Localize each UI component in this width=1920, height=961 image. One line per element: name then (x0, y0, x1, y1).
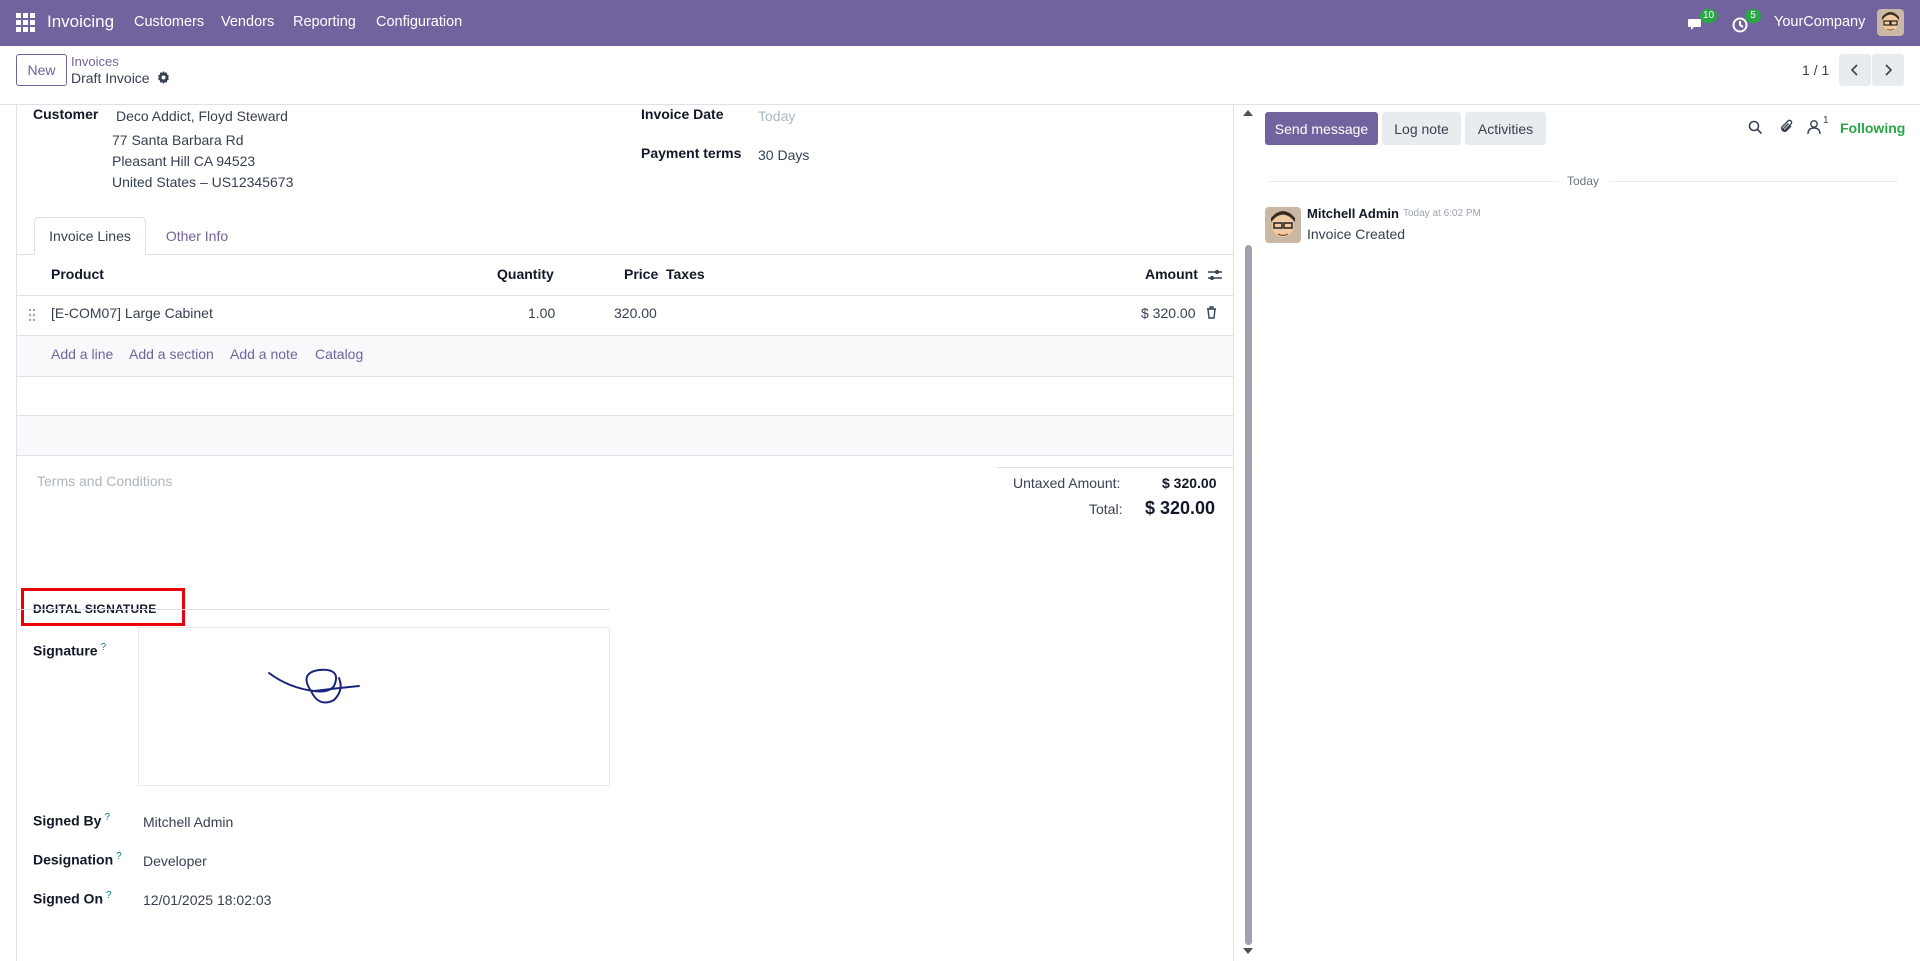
activities-button[interactable]: Activities (1465, 112, 1546, 145)
line-amount: $ 320.00 (1141, 305, 1196, 321)
avatar[interactable] (1265, 207, 1301, 243)
date-separator-line (1268, 181, 1558, 182)
tab-invoice-lines[interactable]: Invoice Lines (34, 217, 146, 255)
signature-label: Signature? (33, 642, 107, 659)
paperclip-icon[interactable] (1780, 119, 1794, 138)
customer-label: Customer (33, 106, 99, 122)
payment-terms-label: Payment terms (641, 145, 742, 161)
totals-divider (997, 467, 1233, 468)
messages-badge: 10 (1700, 9, 1718, 23)
date-separator-line (1610, 181, 1898, 182)
user-avatar[interactable] (1877, 9, 1904, 36)
column-header-taxes[interactable]: Taxes (666, 266, 705, 282)
pager-value[interactable]: 1 / 1 (1802, 62, 1829, 78)
add-line-link[interactable]: Add a line (51, 346, 113, 362)
signature-drawing (268, 668, 360, 704)
message-time: Today at 6:02 PM (1403, 208, 1481, 219)
catalog-link[interactable]: Catalog (315, 346, 363, 362)
help-icon[interactable]: ? (101, 642, 107, 653)
messages-icon[interactable]: 10 (1687, 9, 1718, 34)
followers-button[interactable]: 1 (1807, 115, 1829, 138)
control-panel: New Invoices Draft Invoice 1 / 1 (0, 46, 1920, 105)
drag-handle-icon[interactable] (28, 308, 36, 325)
table-header-divider (17, 295, 1233, 296)
apps-menu-icon[interactable] (16, 13, 35, 32)
column-header-price[interactable]: Price (624, 266, 658, 282)
line-quantity[interactable]: 1.00 (528, 305, 555, 321)
menu-vendors[interactable]: Vendors (221, 14, 274, 30)
pager-previous-button[interactable] (1839, 54, 1871, 86)
top-navbar: Invoicing Customers Vendors Reporting Co… (0, 0, 1920, 46)
help-icon[interactable]: ? (106, 890, 112, 901)
menu-customers[interactable]: Customers (134, 14, 204, 30)
scroll-up-icon[interactable] (1243, 110, 1253, 116)
signed-by-field[interactable]: Mitchell Admin (143, 814, 233, 830)
signed-on-label: Signed On? (33, 890, 112, 907)
address-line: 77 Santa Barbara Rd (112, 132, 244, 148)
line-product[interactable]: [E-COM07] Large Cabinet (51, 305, 213, 321)
line-price[interactable]: 320.00 (614, 305, 657, 321)
tab-other-info[interactable]: Other Info (147, 217, 247, 255)
breadcrumb-invoices[interactable]: Invoices (71, 54, 119, 69)
designation-label: Designation? (33, 851, 122, 868)
column-header-product[interactable]: Product (51, 266, 104, 282)
table-row-divider (17, 455, 1233, 456)
invoice-date-field[interactable]: Today (758, 108, 795, 124)
message-author[interactable]: Mitchell Admin (1307, 206, 1399, 221)
gear-icon[interactable] (157, 71, 171, 85)
date-separator: Today (1567, 174, 1600, 188)
trash-icon[interactable] (1206, 306, 1217, 322)
chevron-right-icon (1885, 64, 1893, 76)
send-message-button[interactable]: Send message (1265, 112, 1378, 145)
user-icon (1807, 120, 1821, 135)
message-body: Invoice Created (1307, 226, 1406, 242)
signed-by-label: Signed By? (33, 812, 111, 829)
followers-count: 1 (1823, 115, 1829, 126)
activities-icon[interactable]: 5 (1732, 9, 1761, 34)
log-note-button[interactable]: Log note (1382, 112, 1461, 145)
total-label: Total: (1089, 501, 1123, 517)
help-icon[interactable]: ? (116, 851, 122, 862)
address-line: Pleasant Hill CA 94523 (112, 153, 256, 169)
following-button[interactable]: Following (1840, 120, 1905, 136)
menu-configuration[interactable]: Configuration (376, 14, 462, 30)
untaxed-amount-value: $ 320.00 (1162, 475, 1217, 491)
form-sheet: Customer Deco Addict, Floyd Steward 77 S… (16, 105, 1234, 961)
empty-row (17, 416, 1233, 455)
app-name[interactable]: Invoicing (47, 12, 114, 32)
form-scrollbar[interactable] (1240, 105, 1256, 961)
help-icon[interactable]: ? (104, 812, 110, 823)
activities-badge: 5 (1745, 9, 1761, 23)
scroll-down-icon[interactable] (1243, 948, 1253, 954)
search-icon[interactable] (1748, 120, 1763, 138)
add-section-link[interactable]: Add a section (129, 346, 214, 362)
company-switcher[interactable]: YourCompany (1774, 14, 1865, 30)
pager-next-button[interactable] (1872, 54, 1904, 86)
signed-on-field[interactable]: 12/01/2025 18:02:03 (143, 892, 271, 908)
new-button[interactable]: New (16, 54, 67, 86)
section-divider (17, 609, 610, 610)
breadcrumb-current: Draft Invoice (71, 70, 150, 86)
column-header-amount[interactable]: Amount (1145, 266, 1198, 282)
column-header-quantity[interactable]: Quantity (497, 266, 554, 282)
add-note-link[interactable]: Add a note (230, 346, 298, 362)
designation-field[interactable]: Developer (143, 853, 207, 869)
address-line: United States – US12345673 (112, 174, 294, 190)
chevron-left-icon (1850, 64, 1858, 76)
invoice-date-label: Invoice Date (641, 106, 724, 122)
signature-pad[interactable] (138, 627, 610, 786)
menu-reporting[interactable]: Reporting (293, 14, 356, 30)
total-value: $ 320.00 (1145, 498, 1216, 518)
customer-field[interactable]: Deco Addict, Floyd Steward (116, 108, 288, 124)
terms-and-conditions-field[interactable]: Terms and Conditions (37, 473, 172, 489)
table-row-divider (17, 376, 1233, 377)
column-settings-icon[interactable] (1208, 268, 1222, 284)
scrollbar-thumb[interactable] (1245, 245, 1252, 945)
untaxed-amount-label: Untaxed Amount: (1013, 475, 1121, 491)
payment-terms-field[interactable]: 30 Days (758, 147, 809, 163)
